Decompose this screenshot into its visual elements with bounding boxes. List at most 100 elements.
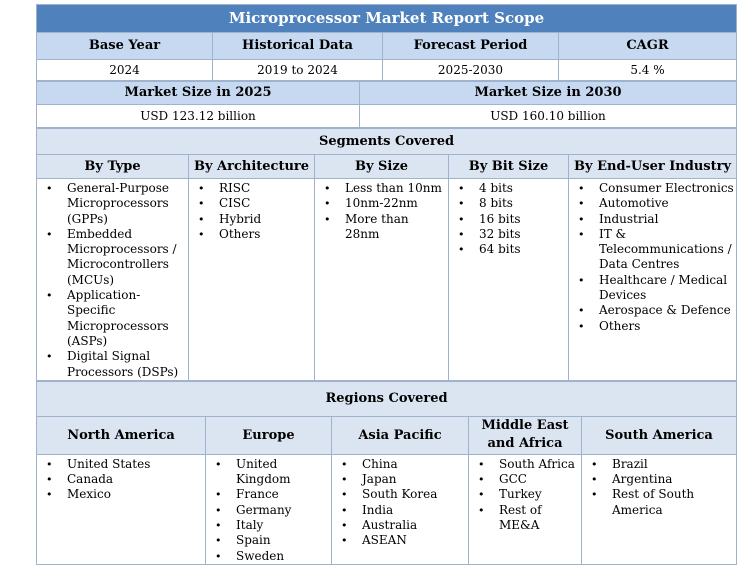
list-item: • United States [41, 457, 203, 472]
regions-table: Regions Covered North America Europe Asi… [36, 380, 737, 565]
base-year-header: Base Year [36, 32, 213, 60]
list-item: • Embedded Microprocessors / Microcontrol… [41, 227, 186, 288]
base-year-value: 2024 [36, 59, 213, 81]
list-item: • Brazil [586, 457, 734, 472]
bullet-dot-icon: • [478, 488, 485, 502]
historical-data-value: 2019 to 2024 [212, 59, 383, 81]
list-item: • Industrial [573, 212, 734, 227]
bullet-dot-icon: • [591, 488, 598, 502]
list-item: • Australia [336, 518, 466, 533]
bullet-dot-icon: • [578, 273, 585, 287]
segment-list-type: • General-Purpose Microprocessors (GPPs) •… [36, 178, 189, 381]
bullet-dot-icon: • [341, 488, 348, 502]
segment-header-bit-size: By Bit Size [448, 154, 569, 179]
list-item-label: Application-Specific Microprocessors (AS… [67, 288, 169, 348]
segment-header-type: By Type [36, 154, 189, 179]
list-item: • 10nm-22nm [319, 196, 446, 211]
bullet-dot-icon: • [46, 182, 53, 195]
list-item-label: Embedded Microprocessors / Microcontroll… [67, 226, 177, 287]
list-item: • Italy [210, 518, 329, 533]
list-item: • Hybrid [193, 212, 312, 227]
list-item: • 64 bits [453, 242, 566, 257]
market-size-header-row: Market Size in 2025 Market Size in 2030 [36, 81, 737, 105]
list-item: • South Korea [336, 487, 466, 502]
region-list-south-america: • Brazil • Argentina • Rest of South America [581, 453, 737, 565]
list-item-label: Automotive [599, 196, 669, 211]
segment-list-size: • Less than 10nm • 10nm-22nm • More than 28nm [314, 178, 449, 381]
list-item-label: IT & Telecommunications / Data Centres [599, 226, 732, 272]
market-size-2025-header: Market Size in 2025 [36, 81, 360, 105]
bullet-dot-icon: • [591, 457, 598, 471]
bullet-dot-icon: • [341, 519, 348, 533]
bullet-dot-icon: • [46, 350, 53, 364]
list-item-label: Industrial [599, 211, 659, 226]
list-item-label: Spain [236, 533, 271, 548]
bullet-dot-icon: • [458, 227, 465, 241]
market-size-table: Market Size in 2025 Market Size in 2030 … [36, 81, 737, 128]
list-item: • United Kingdom [210, 457, 329, 488]
list-item: • 8 bits [453, 196, 566, 211]
bullet-dot-icon: • [46, 289, 53, 303]
bullet-dot-icon: • [215, 503, 222, 517]
list-item-label: Others [599, 318, 641, 333]
list-item-label: 4 bits [479, 181, 513, 195]
list-item: • 4 bits [453, 181, 566, 196]
region-header-south-america: South America [581, 415, 737, 455]
historical-data-header: Historical Data [212, 32, 383, 60]
list-item: • Digital Signal Processors (DSPs) [41, 349, 186, 380]
list-item: • IT & Telecommunications / Data Centres [573, 227, 734, 273]
report-scope-table: Microprocessor Market Report Scope Base … [35, 4, 738, 565]
bullet-dot-icon: • [578, 182, 585, 195]
list-item-label: Australia [362, 518, 418, 533]
segment-list-bit-size: • 4 bits • 8 bits • 16 bits • 32 bits • 64 bits [448, 178, 569, 381]
bullet-dot-icon: • [591, 473, 598, 487]
bullet-dot-icon: • [578, 197, 585, 211]
bullet-dot-icon: • [578, 304, 585, 318]
bullet-dot-icon: • [46, 488, 53, 502]
list-item: • Germany [210, 503, 329, 518]
region-list-europe: • United Kingdom • France • Germany • Italy • Spa… [205, 453, 332, 565]
list-item-label: ASEAN [362, 533, 407, 548]
region-list-middle-east-africa: • South Africa • GCC • Turkey • Rest of ME&A [468, 453, 582, 565]
regions-list-row: • United States • Canada • Mexico • United Kin… [36, 453, 737, 565]
list-item-label: India [362, 502, 394, 517]
segment-header-size: By Size [314, 154, 449, 179]
market-size-2030-header: Market Size in 2030 [359, 81, 737, 105]
bullet-dot-icon: • [458, 197, 465, 211]
region-header-europe: Europe [205, 415, 332, 455]
cagr-header: CAGR [558, 32, 737, 60]
bullet-dot-icon: • [215, 534, 222, 548]
list-item: • Rest of ME&A [473, 503, 579, 534]
list-item-label: Canada [67, 472, 114, 487]
list-item: • Application-Specific Microprocessors (A… [41, 288, 186, 349]
bullet-dot-icon: • [578, 227, 585, 241]
bullet-dot-icon: • [198, 227, 205, 241]
list-item-label: More than 28nm [345, 211, 409, 241]
list-item: • France [210, 487, 329, 502]
scope-header-table: Microprocessor Market Report Scope Base … [36, 4, 737, 81]
list-item-label: Japan [362, 472, 397, 487]
list-item-label: Aerospace & Defence [599, 303, 731, 318]
bullet-dot-icon: • [46, 473, 53, 487]
bullet-dot-icon: • [198, 197, 205, 211]
list-item-label: Mexico [67, 487, 111, 502]
list-item: • Japan [336, 472, 466, 487]
list-item: • Aerospace & Defence [573, 303, 734, 318]
list-item-label: Sweden [236, 548, 285, 563]
region-list-north-america: • United States • Canada • Mexico [36, 453, 206, 565]
region-header-middle-east-africa: Middle East and Africa [468, 415, 582, 455]
list-item: • Canada [41, 472, 203, 487]
segments-list-row: • General-Purpose Microprocessors (GPPs) •… [36, 178, 738, 381]
list-item: • Mexico [41, 487, 203, 502]
list-item-label: CISC [219, 196, 251, 211]
bullet-dot-icon: • [215, 488, 222, 502]
market-size-value-row: USD 123.12 billion USD 160.10 billion [36, 104, 737, 128]
bullet-dot-icon: • [341, 503, 348, 517]
list-item-label: Rest of ME&A [499, 502, 542, 533]
report-title: Microprocessor Market Report Scope [36, 4, 737, 33]
region-header-asia-pacific: Asia Pacific [331, 415, 469, 455]
bullet-dot-icon: • [198, 182, 205, 195]
segments-table: Segments Covered By Type By Architecture… [35, 128, 738, 381]
bullet-dot-icon: • [198, 212, 205, 226]
bullet-dot-icon: • [578, 319, 585, 333]
